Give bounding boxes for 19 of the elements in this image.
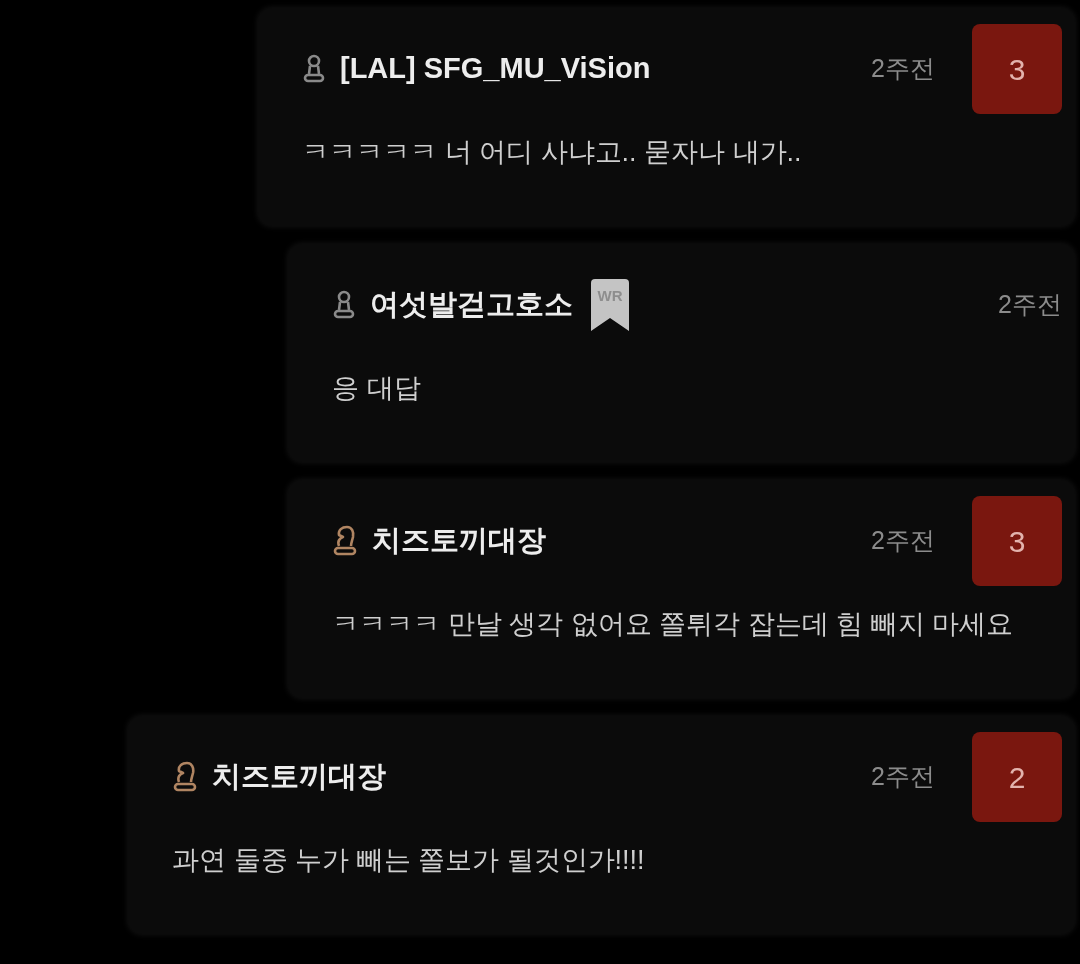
vote-count[interactable]: 3 — [972, 496, 1062, 586]
pawn-icon — [302, 54, 326, 84]
comment-text: ㅋㅋㅋㅋㅋ 너 어디 사냐고.. 묻자나 내가.. — [302, 136, 803, 169]
author-name[interactable]: [LAL] SFG_MU_ViSion — [340, 47, 651, 91]
knight-icon — [332, 525, 358, 557]
timestamp: 2주전 — [998, 289, 1062, 321]
vote-count[interactable]: 2 — [972, 732, 1062, 822]
timestamp: 2주전 — [871, 761, 935, 793]
comment-text: 응 대답 — [332, 372, 422, 405]
timestamp: 2주전 — [871, 53, 935, 85]
knight-icon — [172, 761, 198, 793]
vote-count[interactable]: 3 — [972, 24, 1062, 114]
comment-text: ㅋㅋㅋㅋ 만날 생각 없어요 쫄튀각 잡는데 힘 빼지 마세요 — [332, 608, 1014, 641]
author-name[interactable]: 치즈토끼대장 — [372, 519, 546, 563]
pawn-icon — [332, 290, 356, 320]
comment-text: 과연 둘중 누가 빼는 쫄보가 될것인가!!!! — [172, 844, 646, 877]
author-name[interactable]: 여섯발걷고호소 — [370, 283, 573, 327]
timestamp: 2주전 — [871, 525, 935, 557]
author-name[interactable]: 치즈토끼대장 — [212, 755, 386, 799]
